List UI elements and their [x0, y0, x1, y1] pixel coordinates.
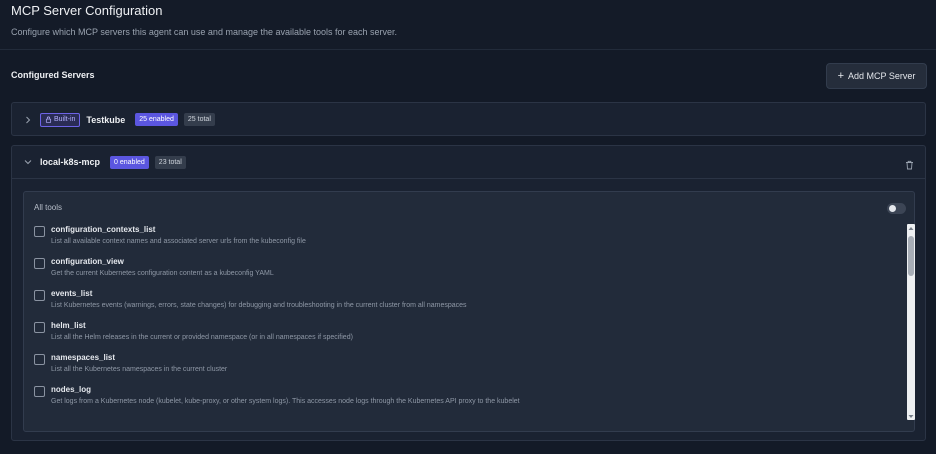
add-mcp-server-button[interactable]: + Add MCP Server	[826, 63, 927, 89]
tool-item: namespaces_list List all the Kubernetes …	[34, 352, 894, 384]
total-count-badge: 25 total	[183, 113, 215, 126]
server-card-testkube: Built-in Testkube 25 enabled 25 total	[11, 102, 926, 136]
all-tools-label: All tools	[34, 203, 63, 212]
server-name: Testkube	[86, 114, 126, 125]
tool-description: List all the Kubernetes namespaces in th…	[51, 366, 228, 373]
add-mcp-server-label: Add MCP Server	[848, 71, 916, 81]
tool-checkbox[interactable]	[34, 354, 45, 365]
tool-list-scrollbar[interactable]	[907, 224, 915, 420]
scrollbar-thumb[interactable]	[908, 236, 914, 276]
tool-description: Get logs from a Kubernetes node (kubelet…	[51, 398, 520, 405]
server-card-local-k8s-mcp: local-k8s-mcp 0 enabled 23 total All too…	[11, 145, 926, 441]
page-subtitle: Configure which MCP servers this agent c…	[11, 27, 398, 37]
tool-list: configuration_contexts_list List all ava…	[34, 224, 894, 424]
server-name: local-k8s-mcp	[40, 157, 101, 167]
tool-checkbox[interactable]	[34, 322, 45, 333]
chevron-right-icon[interactable]	[22, 114, 34, 126]
chevron-down-icon[interactable]	[22, 156, 34, 168]
all-tools-toggle[interactable]	[887, 203, 906, 214]
tool-description: Get the current Kubernetes configuration…	[51, 270, 274, 277]
tool-description: List all the Helm releases in the curren…	[51, 334, 353, 341]
total-count-badge: 23 total	[154, 155, 186, 169]
tool-checkbox[interactable]	[34, 386, 45, 397]
tool-name: namespaces_list	[51, 353, 116, 362]
server-header-testkube[interactable]: Built-in Testkube 25 enabled 25 total	[12, 103, 925, 136]
page-header: MCP Server Configuration Configure which…	[0, 0, 936, 50]
enabled-count-badge: 25 enabled	[135, 113, 178, 126]
tool-item: events_list List Kubernetes events (warn…	[34, 288, 894, 320]
plus-icon: +	[837, 70, 845, 82]
enabled-count-badge: 0 enabled	[110, 155, 149, 169]
tool-item: nodes_log Get logs from a Kubernetes nod…	[34, 384, 894, 416]
tool-name: helm_list	[51, 321, 86, 330]
scroll-up-icon[interactable]	[907, 224, 915, 232]
tool-name: nodes_log	[51, 385, 92, 394]
trash-icon[interactable]	[905, 157, 915, 170]
tools-panel: All tools configuration_contexts_list Li…	[23, 191, 915, 432]
tool-name: configuration_contexts_list	[51, 225, 156, 234]
tool-item: helm_list List all the Helm releases in …	[34, 320, 894, 352]
tool-name: events_list	[51, 289, 93, 298]
builtin-label: Built-in	[54, 116, 76, 123]
server-header-local-k8s-mcp[interactable]: local-k8s-mcp 0 enabled 23 total	[12, 146, 925, 179]
tool-name: configuration_view	[51, 257, 124, 266]
builtin-badge: Built-in	[40, 112, 81, 127]
tool-item: configuration_contexts_list List all ava…	[34, 224, 894, 256]
tool-description: List Kubernetes events (warnings, errors…	[51, 302, 467, 309]
tool-checkbox[interactable]	[34, 226, 45, 237]
tool-checkbox[interactable]	[34, 258, 45, 269]
lock-icon	[45, 116, 52, 123]
tool-description: List all available context names and ass…	[51, 238, 306, 245]
scroll-down-icon[interactable]	[907, 412, 915, 420]
tool-checkbox[interactable]	[34, 290, 45, 301]
tool-item: configuration_view Get the current Kuber…	[34, 256, 894, 288]
page-title: MCP Server Configuration	[11, 3, 163, 18]
section-title: Configured Servers	[11, 70, 95, 80]
